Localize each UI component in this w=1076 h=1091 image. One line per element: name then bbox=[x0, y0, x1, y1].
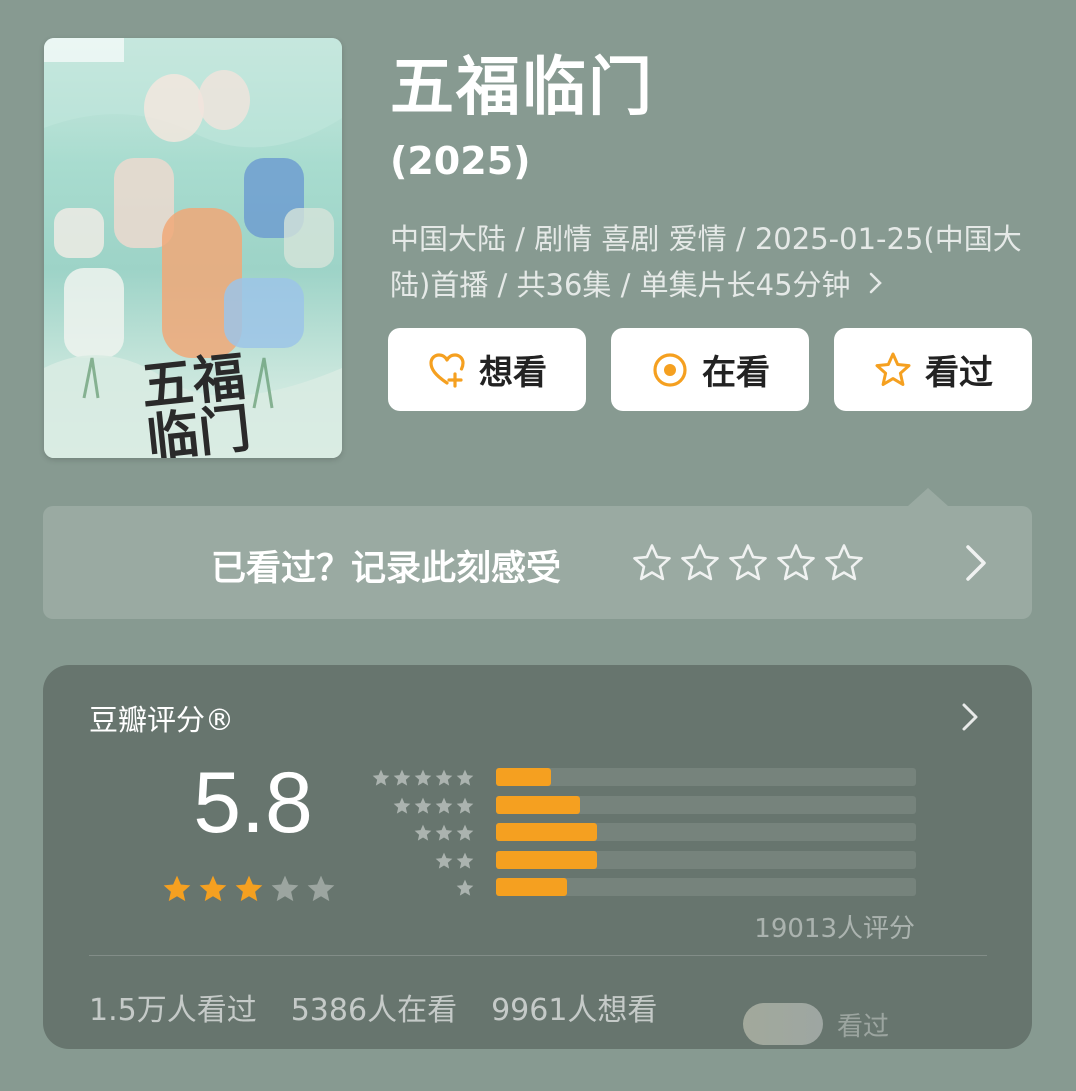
distribution-stars bbox=[434, 851, 475, 871]
star-small-icon bbox=[435, 824, 453, 841]
distribution-row-4 bbox=[373, 793, 933, 821]
distribution-bar bbox=[496, 850, 597, 869]
meta-text: 中国大陆 / 剧情 喜剧 爱情 / 2025-01-25(中国大陆)首播 / 共… bbox=[390, 222, 1022, 302]
star-small-icon bbox=[456, 824, 474, 841]
star-small-icon bbox=[393, 797, 411, 814]
popover-tip bbox=[908, 488, 948, 506]
chevron-right-icon bbox=[966, 545, 986, 581]
star-small-icon bbox=[435, 797, 453, 814]
watch-stats: 1.5万人看过 5386人在看 9961人想看 bbox=[89, 985, 657, 1029]
distribution-bar bbox=[496, 795, 580, 814]
target-circle-icon bbox=[653, 352, 687, 387]
star-outline-icon[interactable] bbox=[727, 542, 769, 584]
distribution-bar bbox=[496, 823, 597, 841]
watched-button[interactable]: 看过 bbox=[834, 328, 1032, 411]
star-outline-icon[interactable] bbox=[631, 542, 673, 584]
star-empty-icon bbox=[307, 875, 335, 902]
star-small-icon bbox=[414, 824, 432, 841]
friends-watched-label: 看过 bbox=[837, 1011, 890, 1042]
rate-stars[interactable] bbox=[631, 542, 865, 584]
friends-watched[interactable]: 看过 bbox=[743, 1003, 889, 1045]
poster-title-calligraphy: 五福临门 bbox=[138, 346, 254, 458]
distribution-stars bbox=[413, 823, 475, 843]
distribution-row-1 bbox=[373, 875, 933, 903]
poster-badge bbox=[44, 38, 124, 62]
distribution-track bbox=[496, 768, 916, 786]
distribution-row-5 bbox=[371, 765, 933, 793]
divider bbox=[89, 955, 987, 956]
stat-watched: 1.5万人看过 bbox=[89, 993, 257, 1028]
rating-score: 5.8 bbox=[193, 755, 313, 851]
distribution-bar bbox=[496, 878, 568, 896]
distribution-track bbox=[496, 850, 916, 869]
star-outline-icon[interactable] bbox=[823, 542, 865, 584]
star-small-icon bbox=[414, 797, 432, 814]
star-small-icon bbox=[435, 769, 453, 786]
watched-label: 看过 bbox=[925, 353, 993, 393]
rating-distribution bbox=[371, 765, 933, 903]
distribution-track bbox=[496, 823, 916, 841]
heart-plus-icon bbox=[429, 352, 465, 388]
distribution-stars bbox=[392, 796, 475, 816]
star-filled-icon bbox=[163, 875, 191, 902]
watching-button[interactable]: 在看 bbox=[611, 328, 809, 411]
star-filled-icon bbox=[199, 875, 227, 902]
star-small-icon bbox=[372, 769, 390, 786]
star-empty-icon bbox=[271, 875, 299, 902]
chevron-right-icon[interactable] bbox=[960, 701, 982, 733]
distribution-row-3 bbox=[373, 820, 933, 848]
release-year: (2025) bbox=[390, 139, 531, 183]
distribution-track bbox=[496, 878, 916, 896]
star-small-icon bbox=[456, 769, 474, 786]
douban-rating-card[interactable]: 豆瓣评分® 5.8 19013人评分 1.5万人看过 5386人在看 9961人… bbox=[43, 665, 1032, 1049]
star-small-icon bbox=[393, 769, 411, 786]
star-small-icon bbox=[456, 852, 474, 869]
stat-watching: 5386人在看 bbox=[290, 993, 458, 1028]
stat-want: 9961人想看 bbox=[491, 993, 658, 1028]
want-to-watch-button[interactable]: 想看 bbox=[388, 328, 586, 411]
star-small-icon bbox=[456, 797, 474, 814]
rating-count: 19013人评分 bbox=[754, 914, 915, 944]
rating-stars bbox=[161, 873, 337, 905]
distribution-bar bbox=[496, 768, 551, 786]
star-filled-icon bbox=[235, 875, 263, 902]
poster-image[interactable]: 五福临门 bbox=[44, 38, 342, 458]
distribution-track bbox=[496, 795, 916, 814]
watching-label: 在看 bbox=[702, 353, 770, 393]
star-outline-icon bbox=[875, 352, 911, 386]
avatar bbox=[743, 1003, 823, 1045]
star-small-icon bbox=[435, 852, 453, 869]
rate-prompt-card[interactable]: 已看过？记录此刻感受 bbox=[43, 506, 1032, 619]
distribution-stars bbox=[455, 878, 475, 898]
meta-info[interactable]: 中国大陆 / 剧情 喜剧 爱情 / 2025-01-25(中国大陆)首播 / 共… bbox=[390, 216, 1030, 308]
star-small-icon bbox=[456, 879, 474, 896]
star-small-icon bbox=[414, 769, 432, 786]
rate-prompt-text: 已看过？记录此刻感受 bbox=[211, 549, 562, 589]
want-label: 想看 bbox=[479, 353, 547, 393]
star-outline-icon[interactable] bbox=[775, 542, 817, 584]
page-title: 五福临门 bbox=[390, 51, 654, 125]
star-outline-icon[interactable] bbox=[679, 542, 721, 584]
distribution-stars bbox=[371, 768, 475, 788]
rating-label: 豆瓣评分® bbox=[89, 703, 235, 737]
distribution-row-2 bbox=[373, 848, 933, 876]
chevron-right-icon bbox=[868, 262, 884, 308]
